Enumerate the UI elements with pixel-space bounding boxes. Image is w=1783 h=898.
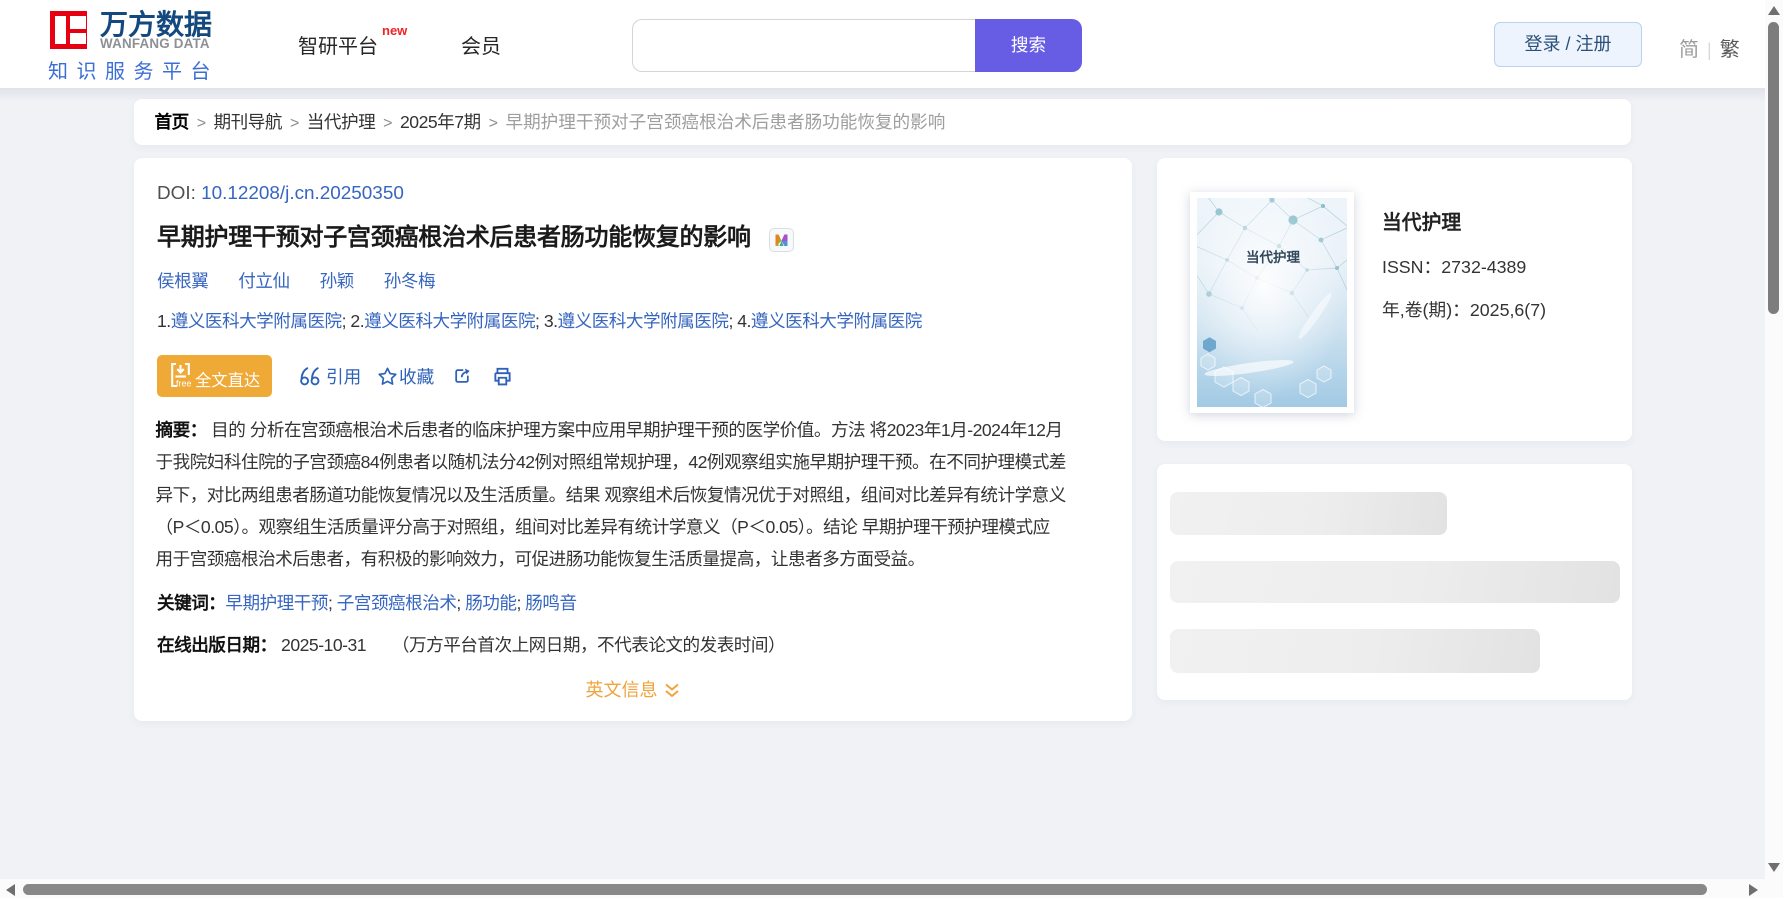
svg-text:当代护理: 当代护理 (1246, 249, 1300, 265)
svg-text:free: free (176, 379, 192, 389)
